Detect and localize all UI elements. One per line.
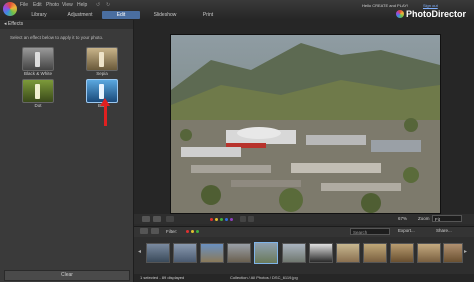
menu-view[interactable]: View xyxy=(62,2,73,8)
main-photo xyxy=(170,34,441,214)
tab-library[interactable]: Library xyxy=(24,11,54,19)
rotate-right-icon[interactable] xyxy=(248,216,254,222)
thumbnail[interactable] xyxy=(336,243,360,263)
thumbnail[interactable] xyxy=(363,243,387,263)
crop-icon[interactable] xyxy=(166,216,174,222)
redo-icon[interactable]: ↻ xyxy=(106,2,110,8)
sign-out-link[interactable]: Sign out xyxy=(423,3,438,8)
menu-help[interactable]: Help xyxy=(77,2,87,8)
filter-red-icon[interactable] xyxy=(186,230,189,233)
search-input[interactable]: Search xyxy=(350,228,390,235)
filmstrip-toolbar xyxy=(134,226,474,237)
red-label-icon[interactable] xyxy=(210,218,213,221)
zoom-label: Zoom xyxy=(418,216,430,221)
status-bar: 1 selected - 89 displayed Collection / A… xyxy=(134,274,474,282)
scroll-right-icon[interactable]: ▸ xyxy=(464,248,467,255)
zoom-value: 67% xyxy=(398,216,408,221)
effect-dot-thumb[interactable] xyxy=(22,79,54,103)
effect-sepia-thumb[interactable] xyxy=(86,47,118,71)
menu-file[interactable]: File xyxy=(20,2,28,8)
scroll-left-icon[interactable]: ◂ xyxy=(138,248,141,255)
selection-status: 1 selected - 89 displayed xyxy=(140,275,185,280)
panel-instruction: Select an effect below to apply it to yo… xyxy=(10,35,104,40)
annotation-arrow xyxy=(104,104,107,126)
menu-edit[interactable]: Edit xyxy=(33,2,42,8)
green-label-icon[interactable] xyxy=(220,218,223,221)
yellow-label-icon[interactable] xyxy=(215,218,218,221)
panel-title: Effects xyxy=(7,21,24,27)
tab-slideshow[interactable]: Slideshow xyxy=(148,11,182,19)
brand-logo-icon xyxy=(396,10,404,18)
list-view-button[interactable] xyxy=(151,228,159,234)
clear-button[interactable]: Clear xyxy=(4,270,130,281)
tab-edit[interactable]: Edit xyxy=(102,11,140,19)
thumbnail[interactable] xyxy=(417,243,441,263)
effect-sepia-label: Sepia xyxy=(96,71,108,76)
lighthouse-icon xyxy=(35,84,40,99)
thumbnail[interactable] xyxy=(173,243,197,263)
panel-header: ◂ Effects xyxy=(0,20,133,29)
zoom-select[interactable]: Fit xyxy=(432,215,462,222)
app-logo-icon xyxy=(3,2,17,16)
export-button[interactable]: Export... xyxy=(398,228,415,233)
lighthouse-icon xyxy=(99,52,104,67)
tab-print[interactable]: Print xyxy=(196,11,220,19)
thumbnail[interactable] xyxy=(309,243,333,263)
lighthouse-icon xyxy=(99,84,104,99)
annotation-arrow-head xyxy=(100,98,110,106)
grid-view-button[interactable] xyxy=(140,228,148,234)
thumbnail[interactable] xyxy=(390,243,414,263)
tab-adjustment[interactable]: Adjustment xyxy=(60,11,100,19)
undo-icon[interactable]: ↺ xyxy=(96,2,100,8)
purple-label-icon[interactable] xyxy=(230,218,233,221)
effect-black-white-thumb[interactable] xyxy=(22,47,54,71)
thumbnail[interactable] xyxy=(282,243,306,263)
effect-dot-label: Dot xyxy=(34,103,42,108)
filter-green-icon[interactable] xyxy=(196,230,199,233)
compare-view-button[interactable] xyxy=(153,216,161,222)
menu-photo[interactable]: Photo xyxy=(46,2,59,8)
filter-yellow-icon[interactable] xyxy=(191,230,194,233)
effect-black-white-label: Black & White xyxy=(23,71,52,76)
blue-label-icon[interactable] xyxy=(225,218,228,221)
thumbnail[interactable] xyxy=(146,243,170,263)
greeting-text: Hello CREATE and PLAY! xyxy=(362,3,409,8)
thumbnail-selected[interactable] xyxy=(254,242,278,264)
back-icon[interactable]: ◂ xyxy=(4,21,7,27)
single-view-button[interactable] xyxy=(142,216,150,222)
thumbnail[interactable] xyxy=(200,243,224,263)
rotate-left-icon[interactable] xyxy=(240,216,246,222)
thumbnail[interactable] xyxy=(227,243,251,263)
town-photo-image xyxy=(171,35,440,213)
lighthouse-icon xyxy=(35,52,40,67)
filter-label: Filter: xyxy=(166,229,178,234)
collection-path: Collection / All Photos / DSC_6119.jpg xyxy=(230,275,298,280)
brand-name: PhotoDirector xyxy=(406,9,467,19)
share-button[interactable]: Share... xyxy=(436,228,452,233)
thumbnail[interactable] xyxy=(443,243,463,263)
